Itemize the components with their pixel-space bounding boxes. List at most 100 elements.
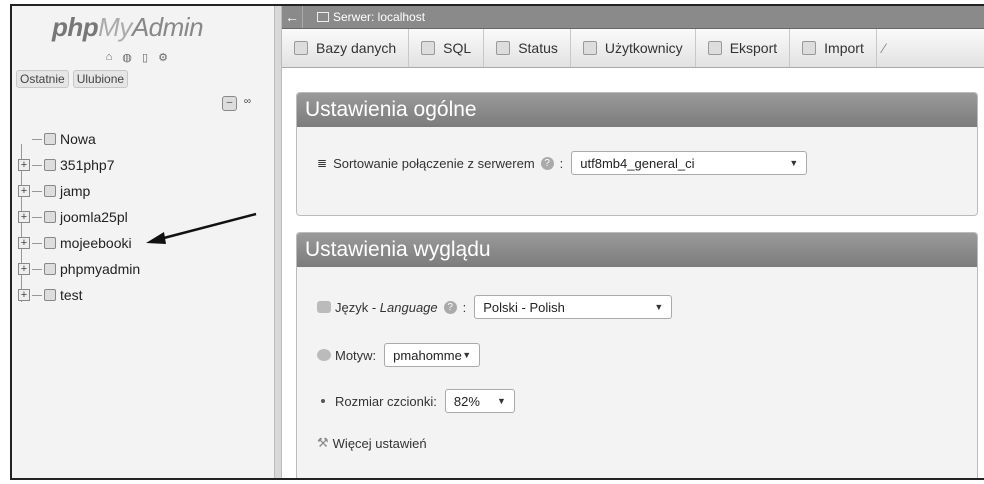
database-icon bbox=[44, 211, 56, 223]
dropdown-caret-icon: ▼ bbox=[462, 350, 472, 360]
server-label: Serwer: localhost bbox=[333, 10, 426, 24]
tree-item-label: 351php7 bbox=[60, 157, 115, 173]
database-icon bbox=[44, 185, 56, 197]
docs-icon[interactable]: ▯ bbox=[138, 50, 152, 64]
database-tree: Nowa + 351php7 + jamp + joomla25pl + moj… bbox=[18, 126, 140, 308]
language-select[interactable]: Polski - Polish ▼ bbox=[474, 295, 673, 319]
help-icon[interactable]: ? bbox=[540, 156, 554, 170]
collation-select[interactable]: utf8mb4_general_ci ▼ bbox=[571, 151, 808, 175]
wrench-icon: ⚒ bbox=[317, 435, 329, 450]
tree-branch bbox=[32, 138, 42, 140]
help-icon[interactable]: ? bbox=[443, 300, 457, 314]
tab-users[interactable]: Użytkownicy bbox=[571, 29, 696, 67]
new-database-icon bbox=[44, 133, 56, 145]
tab-status[interactable]: Status bbox=[484, 29, 571, 67]
server-link[interactable]: Serwer: localhost bbox=[317, 10, 425, 24]
expand-icon[interactable]: + bbox=[18, 237, 30, 249]
tree-item-mojeebooki[interactable]: + mojeebooki bbox=[18, 230, 140, 256]
link-icon[interactable]: ∞ bbox=[241, 96, 254, 109]
dropdown-caret-icon: ▼ bbox=[654, 302, 664, 312]
tree-branch bbox=[32, 164, 42, 166]
annotation-arrow-icon bbox=[146, 212, 257, 244]
select-value: utf8mb4_general_ci bbox=[580, 155, 695, 171]
more-settings-link[interactable]: Więcej ustawień bbox=[333, 436, 427, 451]
wrench-icon: ⁄ bbox=[882, 40, 886, 56]
bullet bbox=[321, 399, 325, 403]
colon: : bbox=[462, 299, 467, 315]
more-settings-row: ⚒ Więcej ustawień bbox=[317, 435, 427, 451]
tab-more[interactable]: ⁄ bbox=[877, 29, 891, 67]
panel-resizer[interactable] bbox=[274, 6, 282, 478]
collation-label: Sortowanie połączenie z serwerem bbox=[333, 155, 535, 171]
top-menu: Bazy danych SQL Status Użytkownicy Ekspo… bbox=[282, 29, 984, 68]
app-window: phpMyAdmin ⌂ ◍ ▯ ⚙ Ostatnie Ulubione – ∞… bbox=[10, 4, 984, 480]
tab-sql[interactable]: SQL bbox=[409, 29, 485, 67]
expand-icon[interactable]: + bbox=[18, 211, 30, 223]
database-icon bbox=[44, 159, 56, 171]
navigation-panel: phpMyAdmin ⌂ ◍ ▯ ⚙ Ostatnie Ulubione – ∞… bbox=[12, 6, 274, 478]
breadcrumb: ← Serwer: localhost bbox=[282, 6, 984, 29]
tree-item-jamp[interactable]: + jamp bbox=[18, 178, 140, 204]
font-size-row: Rozmiar czcionki: 82% ▼ bbox=[317, 389, 515, 413]
tree-item-label: joomla25pl bbox=[60, 209, 128, 225]
tree-branch bbox=[32, 216, 42, 218]
users-icon bbox=[582, 41, 597, 55]
logo-my: My bbox=[98, 12, 132, 42]
tree-branch bbox=[32, 294, 42, 296]
settings-icon[interactable]: ⚙ bbox=[156, 50, 170, 64]
status-icon bbox=[496, 41, 511, 55]
tab-label: Eksport bbox=[729, 40, 778, 56]
font-size-select[interactable]: 82% ▼ bbox=[444, 389, 515, 413]
tree-item-label: test bbox=[60, 287, 83, 303]
home-icon[interactable]: ⌂ bbox=[102, 50, 116, 64]
select-value: 82% bbox=[453, 393, 480, 409]
tree-item-joomla25pl[interactable]: + joomla25pl bbox=[18, 204, 140, 230]
tab-label: Import bbox=[824, 40, 864, 56]
tab-favorites[interactable]: Ulubione bbox=[72, 70, 129, 88]
logo-admin: Admin bbox=[131, 12, 204, 42]
language-label: Język bbox=[335, 299, 369, 315]
theme-row: Motyw: pmahomme ▼ bbox=[317, 343, 481, 367]
expand-icon[interactable]: + bbox=[18, 263, 30, 275]
import-icon bbox=[802, 41, 817, 55]
tree-item-label: jamp bbox=[60, 183, 91, 199]
language-icon bbox=[317, 301, 331, 313]
tab-recent[interactable]: Ostatnie bbox=[16, 70, 69, 88]
theme-label: Motyw: bbox=[335, 347, 377, 363]
select-value: pmahomme bbox=[393, 347, 462, 363]
tab-import[interactable]: Import bbox=[790, 29, 877, 67]
tree-item-new[interactable]: Nowa bbox=[18, 126, 140, 152]
back-arrow-icon[interactable]: ← bbox=[282, 6, 303, 28]
tree-item-label: phpmyadmin bbox=[60, 261, 141, 277]
tree-item-phpmyadmin[interactable]: + phpmyadmin bbox=[18, 256, 140, 282]
database-icon bbox=[294, 41, 308, 55]
theme-select[interactable]: pmahomme ▼ bbox=[384, 343, 481, 367]
select-value: Polski - Polish bbox=[483, 299, 565, 315]
tree-controls: – ∞ bbox=[222, 96, 254, 111]
font-size-label: Rozmiar czcionki: bbox=[335, 393, 437, 409]
tab-label: Bazy danych bbox=[316, 40, 397, 56]
collapse-all-icon[interactable]: – bbox=[222, 96, 237, 111]
logo-php: php bbox=[52, 12, 99, 42]
tree-branch bbox=[32, 190, 42, 192]
tab-databases[interactable]: Bazy danych bbox=[282, 29, 410, 67]
database-icon bbox=[44, 237, 56, 249]
tab-export[interactable]: Eksport bbox=[696, 29, 791, 67]
tree-item-test[interactable]: + test bbox=[18, 282, 140, 308]
database-icon bbox=[44, 289, 56, 301]
expand-icon[interactable]: + bbox=[18, 289, 30, 301]
colon: : bbox=[559, 155, 564, 171]
dropdown-caret-icon: ▼ bbox=[789, 158, 799, 168]
expand-icon[interactable]: + bbox=[18, 159, 30, 171]
expand-icon[interactable]: + bbox=[18, 185, 30, 197]
tree-item-label: mojeebooki bbox=[60, 235, 132, 251]
server-icon bbox=[317, 12, 329, 22]
tree-item-351php7[interactable]: + 351php7 bbox=[18, 152, 140, 178]
tree-item-label: Nowa bbox=[60, 131, 96, 147]
exit-icon[interactable]: ◍ bbox=[120, 50, 134, 64]
theme-icon bbox=[317, 349, 331, 361]
recent-favorites-tabs: Ostatnie Ulubione bbox=[16, 70, 129, 88]
tab-label: Status bbox=[518, 40, 558, 56]
phpmyadmin-logo[interactable]: phpMyAdmin bbox=[52, 12, 204, 43]
collation-row: ≣ Sortowanie połączenie z serwerem ? : u… bbox=[317, 151, 808, 175]
